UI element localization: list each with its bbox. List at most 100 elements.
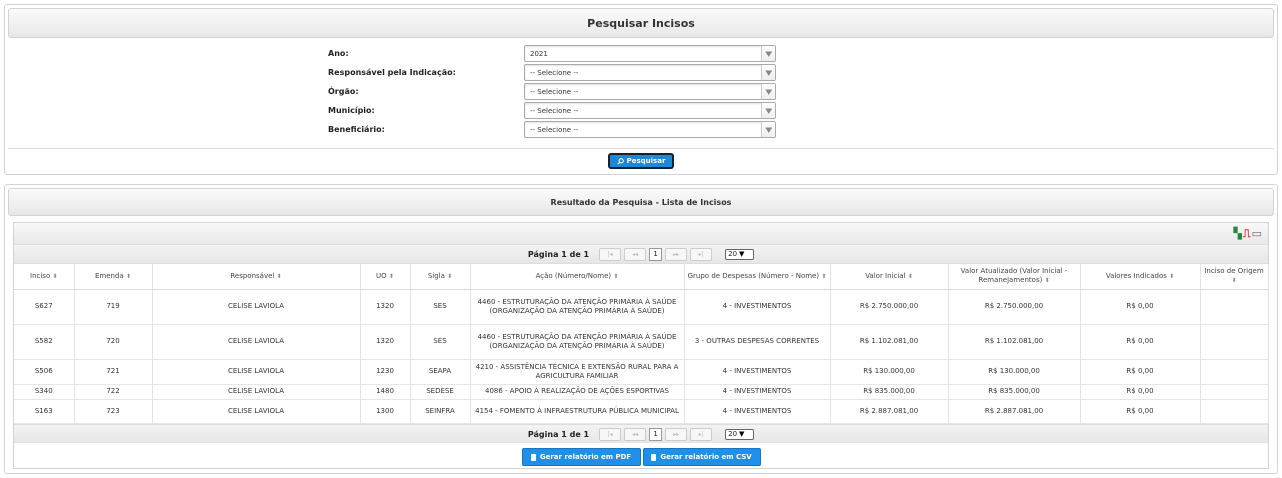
sort-icon: ⬍	[907, 272, 913, 280]
table-row[interactable]: S340 722 CELISE LAVIOLA 1480 SEDESE 4086…	[14, 384, 1269, 400]
cell-inciso-origem	[1200, 289, 1269, 325]
report-buttons: Gerar relatório em PDF Gerar relatório e…	[5, 448, 1277, 466]
prev-page-button[interactable]: ◂◂	[624, 247, 647, 261]
first-page-button[interactable]: |◂	[599, 247, 622, 261]
column-header[interactable]: Ação (Número/Nome) ⬍	[470, 264, 685, 290]
ano-select[interactable]: 2021 ▼	[524, 45, 776, 62]
column-header[interactable]: Valor Atualizado (Valor Inicial - Remane…	[948, 264, 1081, 290]
sort-icon: ⬍	[52, 272, 58, 280]
page-size-select[interactable]: 20 ▼	[725, 428, 755, 440]
column-header[interactable]: Responsável ⬍	[152, 264, 361, 290]
beneficiario-select[interactable]: -- Selecione -- ▼	[524, 121, 776, 138]
divider	[8, 148, 1274, 149]
column-header[interactable]: Valores Indicados ⬍	[1080, 264, 1201, 290]
cell-grupo-despesas: 4 - INVESTIMENTOS	[684, 359, 831, 385]
last-page-button[interactable]: ▸|	[690, 247, 713, 261]
cell-acao: 4154 - FOMENTO À INFRAESTRUTURA PÚBLICA …	[470, 399, 685, 424]
cell-uo: 1320	[360, 324, 411, 360]
cell-inciso-origem	[1200, 359, 1269, 385]
sort-icon: ⬍	[125, 272, 131, 280]
cell-valor-inicial: R$ 2.750.000,00	[830, 289, 949, 325]
cell-grupo-despesas: 4 - INVESTIMENTOS	[684, 384, 831, 400]
municipio-select[interactable]: -- Selecione -- ▼	[524, 102, 776, 119]
cell-valores-indicados: R$ 0,00	[1080, 289, 1201, 325]
table-row[interactable]: S582 720 CELISE LAVIOLA 1320 SES 4460 - …	[14, 324, 1269, 360]
field-label: Responsável pela Indicação:	[328, 68, 456, 77]
results-panel-title: Resultado da Pesquisa - Lista de Incisos	[8, 188, 1274, 216]
field-label: Órgão:	[328, 87, 359, 96]
cell-uo: 1300	[360, 399, 411, 424]
cell-acao: 4210 - ASSISTÊNCIA TÉCNICA E EXTENSÃO RU…	[470, 359, 685, 385]
chevron-down-icon[interactable]: ▼	[761, 122, 775, 137]
cell-valores-indicados: R$ 0,00	[1080, 399, 1201, 424]
chevron-down-icon[interactable]: ▼	[761, 103, 775, 118]
generate-pdf-label: Gerar relatório em PDF	[539, 453, 632, 461]
sort-icon: ⬍	[1231, 277, 1237, 285]
magnifier-icon	[616, 157, 624, 165]
cell-valor-inicial: R$ 130.000,00	[830, 359, 949, 385]
cell-inciso: S340	[14, 384, 75, 400]
pager-top: Página 1 de 1 |◂ ◂◂ 1 ▸▸ ▸| 20 ▼	[14, 245, 1268, 264]
export-icons: ▚ ⎍ ▭	[1233, 227, 1262, 240]
column-header[interactable]: Inciso de Origem ⬍	[1200, 264, 1269, 290]
column-header[interactable]: Inciso ⬍	[14, 264, 75, 290]
sort-icon: ⬍	[1044, 277, 1050, 285]
cell-valores-indicados: R$ 0,00	[1080, 359, 1201, 385]
chevron-down-icon[interactable]: ▼	[761, 65, 775, 80]
generate-csv-button[interactable]: Gerar relatório em CSV	[642, 448, 761, 466]
table-row[interactable]: S163 723 CELISE LAVIOLA 1300 SEINFRA 415…	[14, 399, 1269, 424]
search-button[interactable]: Pesquisar	[608, 153, 674, 169]
cell-inciso: S627	[14, 289, 75, 325]
page-size-select[interactable]: 20 ▼	[725, 248, 755, 260]
current-page-input[interactable]: 1	[649, 427, 663, 441]
cell-sigla: SES	[410, 324, 471, 360]
chevron-down-icon: ▼	[739, 430, 745, 438]
generate-pdf-button[interactable]: Gerar relatório em PDF	[521, 448, 641, 466]
first-page-button[interactable]: |◂	[599, 427, 622, 441]
pager-text: Página 1 de 1	[527, 249, 590, 259]
column-header[interactable]: Emenda ⬍	[74, 264, 153, 290]
cell-valor-atualizado: R$ 2.887.081,00	[948, 399, 1081, 424]
current-page-input[interactable]: 1	[649, 247, 663, 261]
page-size-value: 20	[728, 430, 738, 438]
cell-inciso: S582	[14, 324, 75, 360]
chevron-down-icon[interactable]: ▼	[761, 46, 775, 61]
last-page-button[interactable]: ▸|	[690, 427, 713, 441]
cell-sigla: SEINFRA	[410, 399, 471, 424]
column-header[interactable]: Sigla ⬍	[410, 264, 471, 290]
field-label: Beneficiário:	[328, 125, 385, 134]
pager-text: Página 1 de 1	[527, 429, 590, 439]
cell-responsavel: CELISE LAVIOLA	[152, 289, 361, 325]
cell-acao: 4460 - ESTRUTURAÇÃO DA ATENÇÃO PRIMÁRIA …	[470, 324, 685, 360]
field-ano: Ano: 2021 ▼	[5, 45, 1277, 62]
cell-uo: 1480	[360, 384, 411, 400]
orgao-select[interactable]: -- Selecione -- ▼	[524, 83, 776, 100]
cell-emenda: 719	[74, 289, 153, 325]
excel-icon[interactable]: ▚	[1233, 227, 1241, 240]
cell-valores-indicados: R$ 0,00	[1080, 324, 1201, 360]
cell-valor-atualizado: R$ 2.750.000,00	[948, 289, 1081, 325]
search-panel: Pesquisar Incisos Ano: 2021 ▼ Responsáve…	[4, 4, 1278, 175]
cell-valor-atualizado: R$ 835.000,00	[948, 384, 1081, 400]
column-header[interactable]: Grupo de Despesas (Número - Nome) ⬍	[684, 264, 831, 290]
sort-icon: ⬍	[1169, 272, 1175, 280]
cell-sigla: SES	[410, 289, 471, 325]
column-header[interactable]: Valor Inicial ⬍	[830, 264, 949, 290]
cell-uo: 1230	[360, 359, 411, 385]
field-municipio: Município: -- Selecione -- ▼	[5, 102, 1277, 119]
prev-page-button[interactable]: ◂◂	[624, 427, 647, 441]
pdf-icon[interactable]: ⎍	[1243, 227, 1251, 240]
next-page-button[interactable]: ▸▸	[665, 247, 688, 261]
column-header[interactable]: UO ⬍	[360, 264, 411, 290]
document-icon	[530, 453, 536, 461]
chevron-down-icon[interactable]: ▼	[761, 84, 775, 99]
responsavel-select[interactable]: -- Selecione -- ▼	[524, 64, 776, 81]
table-row[interactable]: S627 719 CELISE LAVIOLA 1320 SES 4460 - …	[14, 289, 1269, 325]
cell-inciso-origem	[1200, 324, 1269, 360]
next-page-button[interactable]: ▸▸	[665, 427, 688, 441]
print-icon[interactable]: ▭	[1252, 227, 1262, 240]
cell-emenda: 722	[74, 384, 153, 400]
cell-grupo-despesas: 4 - INVESTIMENTOS	[684, 289, 831, 325]
table-row[interactable]: S506 721 CELISE LAVIOLA 1230 SEAPA 4210 …	[14, 359, 1269, 385]
cell-inciso-origem	[1200, 384, 1269, 400]
